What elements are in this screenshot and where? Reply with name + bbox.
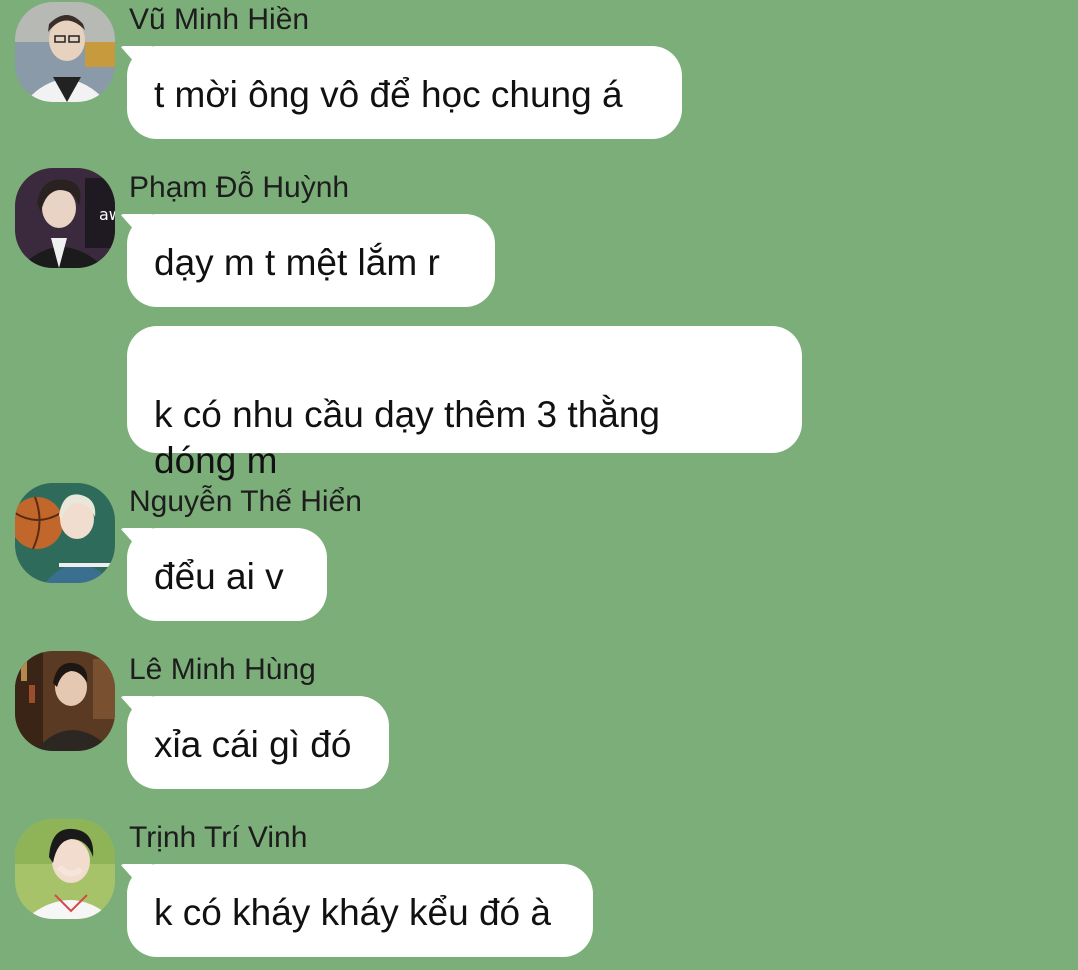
message-bubble[interactable]: xỉa cái gì đó xyxy=(127,696,389,789)
message-text: k có kháy kháy kểu đó à xyxy=(154,892,551,933)
message-bubble[interactable]: k có kháy kháy kểu đó à xyxy=(127,864,593,957)
sender-name: Phạm Đỗ Huỳnh xyxy=(129,171,350,204)
message-bubble[interactable]: k có nhu cầu dạy thêm 3 thằng dóng m xyxy=(127,326,802,481)
sender-name: Vũ Minh Hiền xyxy=(129,3,310,36)
message-bubble[interactable]: đểu ai v xyxy=(127,528,327,621)
message-bubble[interactable]: dạy m t mệt lắm r xyxy=(127,214,495,307)
avatar-photo-icon xyxy=(15,819,115,919)
message-bubble[interactable]: t mời ông vô để học chung á xyxy=(127,46,682,139)
sender-name: Trịnh Trí Vinh xyxy=(129,821,308,854)
message-text: đểu ai v xyxy=(154,556,284,597)
message-text: xỉa cái gì đó xyxy=(154,724,352,765)
chat-thread: Vũ Minh Hiền t mời ông vô để học chung á… xyxy=(0,0,1078,970)
avatar-photo-icon: aw xyxy=(15,168,115,268)
avatar[interactable] xyxy=(15,2,115,102)
avatar[interactable] xyxy=(15,651,115,751)
avatar-photo-icon xyxy=(15,483,115,583)
avatar[interactable] xyxy=(15,483,115,583)
sender-name: Lê Minh Hùng xyxy=(129,653,316,686)
message-text: t mời ông vô để học chung á xyxy=(154,74,623,115)
sender-name: Nguyễn Thế Hiển xyxy=(129,485,362,518)
svg-text:aw: aw xyxy=(99,205,115,224)
avatar-photo-icon xyxy=(15,651,115,751)
message-text: dạy m t mệt lắm r xyxy=(154,242,440,283)
avatar[interactable]: aw xyxy=(15,168,115,268)
avatar[interactable] xyxy=(15,819,115,919)
message-text: k có nhu cầu dạy thêm 3 thằng dóng m xyxy=(154,394,661,481)
avatar-photo-icon xyxy=(15,2,115,102)
